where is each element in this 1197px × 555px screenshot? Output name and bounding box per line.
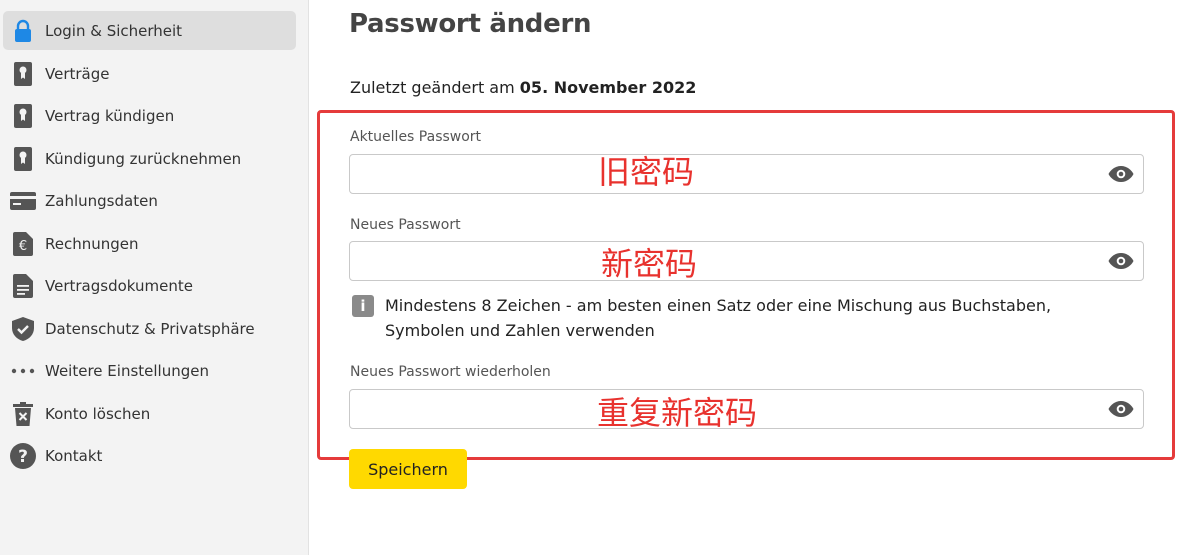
sidebar-item-kuendigung-zuruecknehmen[interactable]: Kündigung zurücknehmen — [3, 139, 296, 178]
current-password-label: Aktuelles Passwort — [350, 129, 482, 145]
eye-icon[interactable] — [1108, 399, 1134, 419]
contract-icon — [7, 139, 39, 178]
svg-text:?: ? — [18, 447, 28, 467]
last-changed-prefix: Zuletzt geändert am — [350, 78, 515, 97]
contract-icon — [7, 54, 39, 93]
lock-icon — [7, 11, 39, 50]
sidebar-item-label: Verträge — [45, 64, 110, 83]
sidebar-item-label: Datenschutz & Privatsphäre — [45, 319, 255, 338]
shield-check-icon — [7, 309, 39, 348]
eye-icon[interactable] — [1108, 164, 1134, 184]
sidebar-item-konto-loeschen[interactable]: Konto löschen — [3, 394, 296, 433]
contract-icon — [7, 96, 39, 135]
new-password-input[interactable] — [350, 242, 1090, 280]
svg-text:€: € — [19, 239, 27, 254]
eye-icon[interactable] — [1108, 251, 1134, 271]
sidebar-item-vertrag-kuendigen[interactable]: Vertrag kündigen — [3, 96, 296, 135]
trash-icon — [7, 394, 39, 433]
sidebar-item-label: Kontakt — [45, 446, 103, 465]
sidebar-item-weitere-einstellungen[interactable]: Weitere Einstellungen — [3, 351, 296, 390]
sidebar-item-label: Weitere Einstellungen — [45, 361, 209, 380]
sidebar-item-label: Login & Sicherheit — [45, 21, 183, 40]
help-icon: ? — [7, 436, 39, 475]
sidebar-item-vertraege[interactable]: Verträge — [3, 54, 296, 93]
repeat-password-field — [349, 389, 1144, 429]
sidebar-item-label: Konto löschen — [45, 404, 151, 423]
sidebar-item-login-security[interactable]: Login & Sicherheit — [3, 11, 296, 50]
sidebar: Login & Sicherheit Verträge Vertrag künd… — [0, 0, 309, 555]
sidebar-item-vertragsdokumente[interactable]: Vertragsdokumente — [3, 266, 296, 305]
password-hint: i Mindestens 8 Zeichen - am besten einen… — [352, 293, 1142, 343]
repeat-password-input[interactable] — [350, 390, 1090, 428]
sidebar-item-label: Vertrag kündigen — [45, 106, 175, 125]
sidebar-item-zahlungsdaten[interactable]: Zahlungsdaten — [3, 181, 296, 220]
more-dots-icon — [7, 351, 39, 390]
sidebar-item-datenschutz[interactable]: Datenschutz & Privatsphäre — [3, 309, 296, 348]
sidebar-item-label: Zahlungsdaten — [45, 191, 158, 210]
current-password-input[interactable] — [350, 155, 1090, 193]
last-changed-info: Zuletzt geändert am 05. November 2022 — [350, 78, 696, 97]
last-changed-date: 05. November 2022 — [519, 78, 697, 97]
document-icon — [7, 266, 39, 305]
credit-card-icon — [7, 181, 39, 220]
save-button[interactable]: Speichern — [349, 449, 467, 489]
sidebar-item-label: Vertragsdokumente — [45, 276, 193, 295]
sidebar-item-label: Kündigung zurücknehmen — [45, 149, 242, 168]
sidebar-item-rechnungen[interactable]: € Rechnungen — [3, 224, 296, 263]
new-password-label: Neues Passwort — [350, 217, 461, 233]
sidebar-item-kontakt[interactable]: ? Kontakt — [3, 436, 296, 475]
current-password-field — [349, 154, 1144, 194]
sidebar-item-label: Rechnungen — [45, 234, 139, 253]
page-title: Passwort ändern — [349, 9, 592, 39]
password-hint-text: Mindestens 8 Zeichen - am besten einen S… — [385, 296, 1052, 340]
new-password-field — [349, 241, 1144, 281]
repeat-password-label: Neues Passwort wiederholen — [350, 364, 551, 380]
info-icon: i — [352, 295, 374, 317]
euro-document-icon: € — [7, 224, 39, 263]
